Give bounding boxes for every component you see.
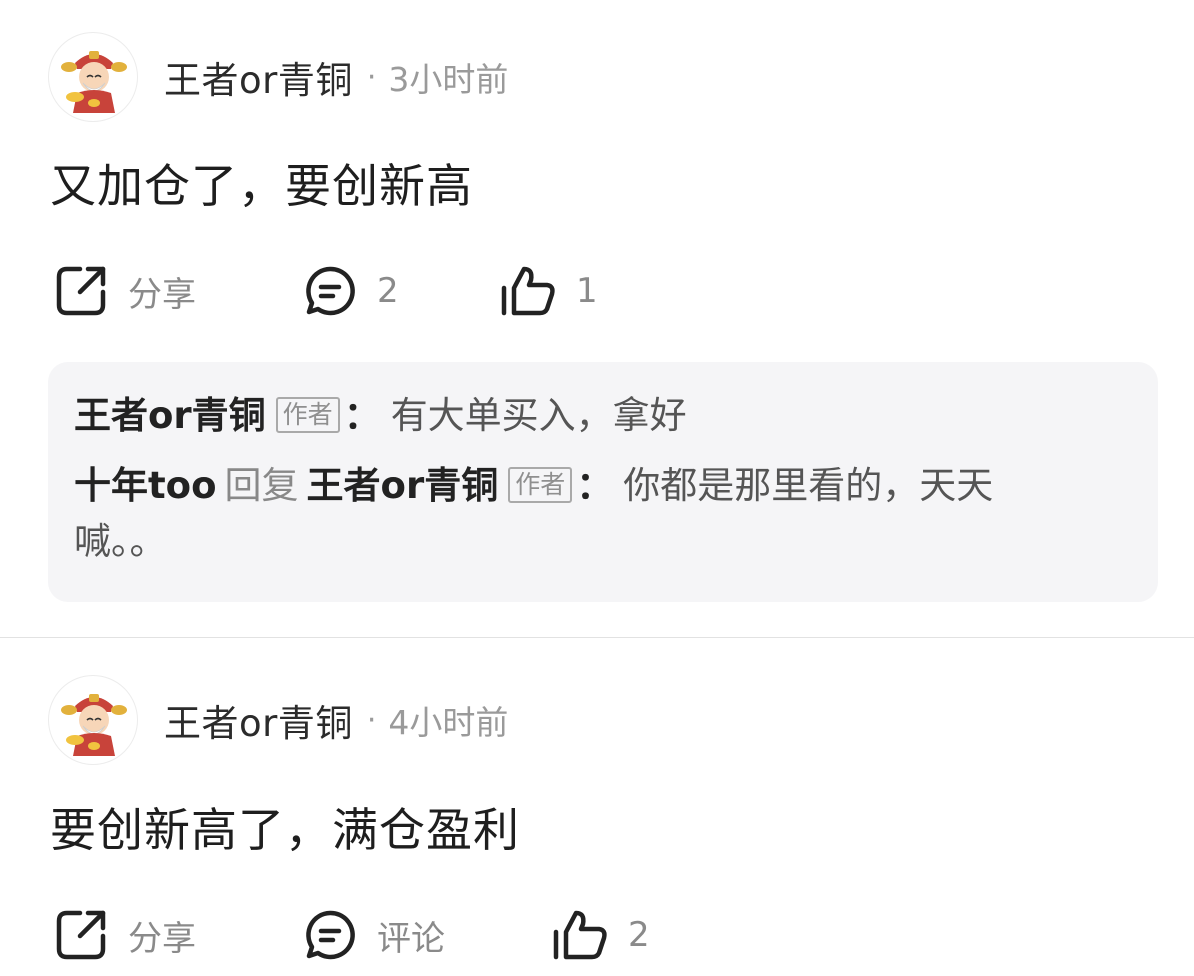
username[interactable]: 王者or青铜	[164, 50, 353, 104]
divider	[0, 637, 1194, 638]
post-card: 王者or青铜 · 3小时前 又加仓了，要创新高 分享 2 1 王者or青铜 作者…	[0, 0, 1194, 638]
timestamp: 4小时前	[388, 703, 509, 742]
comment-icon	[306, 266, 355, 316]
comment-label: 评论	[377, 918, 445, 959]
action-bar: 分享 2 1	[0, 262, 1194, 320]
reply-list: 王者or青铜 作者：有大单买入，拿好 十年too 回复 王者or青铜 作者：你都是那里看…	[48, 362, 1158, 602]
reply-text: 有大单买入，拿好	[390, 394, 687, 437]
comment-icon	[306, 910, 355, 960]
separator-dot: ·	[366, 702, 377, 738]
fortune-god-avatar-icon	[61, 51, 127, 113]
like-count: 2	[628, 915, 650, 955]
post-header: 王者or青铜 · 3小时前	[164, 52, 508, 102]
action-bar: 分享 评论 2	[0, 906, 1194, 964]
reply-author[interactable]: 十年too	[74, 464, 217, 507]
share-button[interactable]: 分享	[54, 906, 196, 964]
reply-word: 回复	[224, 464, 299, 507]
post-header: 王者or青铜 · 4小时前	[164, 695, 508, 745]
reply-item[interactable]: 王者or青铜 作者：有大单买入，拿好	[74, 388, 687, 444]
reply-target[interactable]: 王者or青铜	[307, 464, 499, 507]
reply-text: 你都是那里看的，天天	[623, 464, 994, 507]
share-label: 分享	[128, 274, 196, 315]
thumbs-up-icon	[501, 266, 555, 316]
reply-text-continuation: 喊。。	[74, 520, 167, 563]
comment-button[interactable]: 评论	[303, 906, 445, 964]
timestamp: 3小时前	[388, 60, 509, 99]
reply-colon: ：	[576, 464, 614, 507]
author-badge: 作者	[275, 397, 340, 433]
fortune-god-avatar-icon	[61, 694, 127, 756]
post-content: 又加仓了，要创新高	[50, 159, 473, 213]
avatar[interactable]	[48, 675, 138, 765]
share-icon	[56, 266, 106, 316]
separator-dot: ·	[366, 59, 377, 95]
reply-author[interactable]: 王者or青铜	[74, 394, 266, 437]
avatar[interactable]	[48, 32, 138, 122]
post-card: 王者or青铜 · 4小时前 要创新高了，满仓盈利 分享 评论 2	[0, 639, 1194, 976]
username[interactable]: 王者or青铜	[164, 693, 353, 747]
like-count: 1	[576, 271, 598, 311]
like-button[interactable]: 1	[500, 262, 598, 320]
share-icon	[56, 910, 106, 960]
comment-button[interactable]: 2	[303, 262, 399, 320]
author-badge: 作者	[508, 467, 573, 503]
post-content: 要创新高了，满仓盈利	[50, 803, 520, 857]
like-button[interactable]: 2	[552, 906, 650, 964]
comment-count: 2	[377, 271, 399, 311]
reply-item[interactable]: 十年too 回复 王者or青铜 作者：你都是那里看的，天天	[74, 458, 993, 514]
reply-colon: ：	[343, 394, 381, 437]
thumbs-up-icon	[553, 910, 607, 960]
share-label: 分享	[128, 918, 196, 959]
share-button[interactable]: 分享	[54, 262, 196, 320]
